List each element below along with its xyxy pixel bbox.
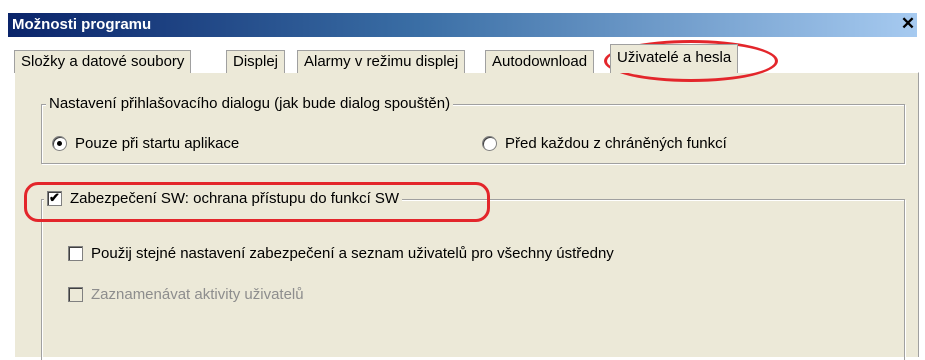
tab-alarms[interactable]: Alarmy v režimu displej — [297, 50, 466, 73]
radio-unselected-icon[interactable] — [482, 136, 497, 151]
window-title: Možnosti programu — [12, 16, 152, 33]
checkbox-unchecked-icon[interactable] — [68, 246, 83, 261]
same-settings-label: Použij stejné nastavení zabezpečení a se… — [91, 245, 614, 262]
radio-before-each-function[interactable]: Před každou z chráněných funkcí — [482, 135, 727, 152]
close-icon[interactable]: ✕ — [899, 15, 917, 33]
tab-folders[interactable]: Složky a datové soubory — [14, 50, 192, 73]
security-enable-checkbox[interactable]: ✔ Zabezpečení SW: ochrana přístupu do fu… — [44, 190, 403, 207]
radio-before-each-label: Před každou z chráněných funkcí — [505, 135, 727, 152]
login-group-legend: Nastavení přihlašovacího dialogu (jak bu… — [46, 95, 454, 112]
radio-on-startup[interactable]: Pouze při startu aplikace — [52, 135, 239, 152]
radio-on-startup-label: Pouze při startu aplikace — [75, 135, 240, 152]
tab-autodownload[interactable]: Autodownload — [485, 50, 595, 73]
checkbox-checked-icon[interactable]: ✔ — [47, 191, 62, 206]
radio-selected-icon[interactable] — [52, 136, 67, 151]
tab-users-passwords[interactable]: Uživatelé a hesla — [610, 44, 739, 73]
security-group-legend: Zabezpečení SW: ochrana přístupu do funk… — [70, 190, 400, 207]
checkbox-disabled-icon — [68, 287, 83, 302]
log-activity-checkbox: Zaznamenávat aktivity uživatelů — [68, 286, 304, 303]
log-activity-label: Zaznamenávat aktivity uživatelů — [91, 286, 304, 303]
security-group: ✔ Zabezpečení SW: ochrana přístupu do fu… — [41, 190, 905, 360]
tab-display[interactable]: Displej — [226, 50, 286, 73]
same-settings-checkbox[interactable]: Použij stejné nastavení zabezpečení a se… — [68, 245, 614, 262]
title-bar: Možnosti programu ✕ — [8, 13, 917, 37]
login-dialog-group: Nastavení přihlašovacího dialogu (jak bu… — [41, 95, 905, 164]
tab-panel-users: Nastavení přihlašovacího dialogu (jak bu… — [14, 72, 919, 360]
